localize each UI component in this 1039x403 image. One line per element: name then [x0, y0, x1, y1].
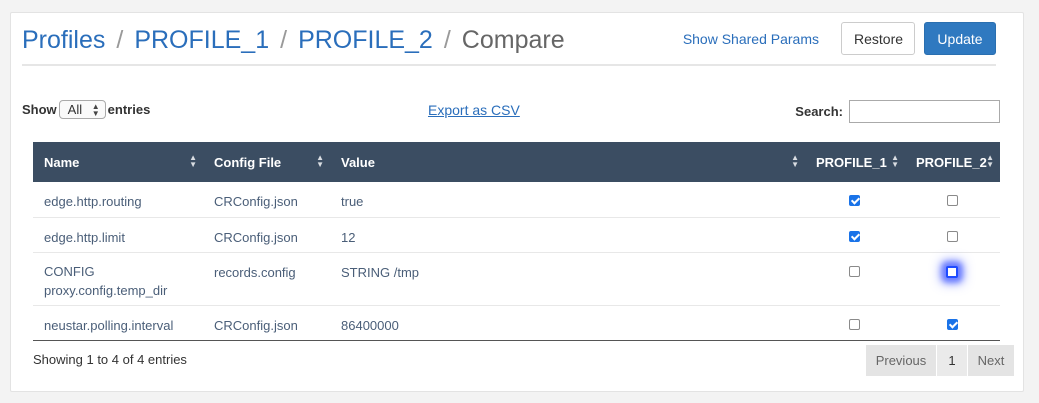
cell-profile-2: [905, 305, 1000, 341]
profile-1-checkbox[interactable]: [849, 195, 860, 206]
cell-config-file: CRConfig.json: [203, 182, 330, 218]
search-input[interactable]: [849, 100, 1000, 123]
cell-name: neustar.polling.interval: [33, 305, 203, 341]
profile-2-checkbox[interactable]: [946, 318, 958, 330]
entries-label: entries: [107, 102, 151, 117]
compare-table: Name ▲ ▼ Config File ▲ ▼ Value ▲ ▼ PROFILE_1 ▲ ▼…: [33, 142, 1000, 341]
pagination: Previous 1 Next: [865, 345, 1014, 376]
select-arrows-icon: ▲ ▼: [91, 101, 100, 118]
sort-icon: ▲ ▼: [791, 153, 799, 169]
column-label: PROFILE_1: [816, 154, 887, 170]
profile-2-checkbox[interactable]: [946, 230, 958, 242]
cell-name: edge.http.routing: [33, 182, 203, 218]
search-label: Search:: [795, 104, 843, 119]
show-shared-params-link[interactable]: Show Shared Params: [683, 31, 819, 47]
cell-value: 86400000: [330, 305, 805, 341]
cell-config-file: CRConfig.json: [203, 217, 330, 253]
restore-button[interactable]: Restore: [841, 22, 915, 55]
table-row: neustar.polling.interval CRConfig.json 8…: [33, 305, 1000, 341]
cell-profile-2: [905, 182, 1000, 218]
sort-icon: ▲ ▼: [891, 153, 899, 169]
cell-value: true: [330, 182, 805, 218]
breadcrumb: Profiles / PROFILE_1 / PROFILE_2 / Compare: [22, 25, 565, 55]
profile-2-checkbox[interactable]: [946, 195, 958, 206]
page-1-button[interactable]: 1: [937, 345, 967, 376]
search-box: Search:: [795, 100, 1000, 123]
cell-profile-2: [905, 252, 1000, 306]
sort-icon: ▲ ▼: [316, 153, 324, 169]
table-row: CONFIG proxy.config.temp_dir records.con…: [33, 252, 1000, 306]
table-row: edge.http.routing CRConfig.json true: [33, 182, 1000, 218]
cell-name: edge.http.limit: [33, 217, 203, 253]
cell-profile-1: [805, 182, 905, 218]
table-header-row: Name ▲ ▼ Config File ▲ ▼ Value ▲ ▼ PROFILE_1 ▲ ▼…: [33, 142, 1000, 182]
profile-1-checkbox[interactable]: [849, 265, 860, 277]
breadcrumb-profile-1-link[interactable]: PROFILE_1: [134, 26, 269, 54]
column-label: PROFILE_2: [916, 154, 987, 170]
breadcrumb-separator: /: [443, 26, 451, 54]
table-info: Showing 1 to 4 of 4 entries: [33, 352, 187, 367]
sort-icon: ▲ ▼: [189, 153, 197, 169]
breadcrumb-separator: /: [116, 26, 124, 54]
column-header-name[interactable]: Name ▲ ▼: [33, 142, 203, 182]
table-row: edge.http.limit CRConfig.json 12: [33, 217, 1000, 253]
entries-select-value: All: [67, 102, 83, 117]
cell-value: STRING /tmp: [330, 252, 805, 306]
breadcrumb-current: Compare: [461, 26, 565, 54]
column-header-profile-1[interactable]: PROFILE_1 ▲ ▼: [805, 142, 905, 182]
profile-1-checkbox[interactable]: [849, 230, 860, 242]
profile-1-checkbox[interactable]: [849, 318, 860, 330]
previous-page-button[interactable]: Previous: [866, 345, 936, 376]
cell-name: CONFIG proxy.config.temp_dir: [33, 252, 203, 306]
next-page-button[interactable]: Next: [968, 345, 1014, 376]
page-header: Profiles / PROFILE_1 / PROFILE_2 / Compare Sho…: [22, 20, 996, 66]
cell-value: 12: [330, 217, 805, 253]
breadcrumb-profile-2-link[interactable]: PROFILE_2: [298, 26, 433, 54]
column-label: Name: [44, 154, 80, 170]
update-button[interactable]: Update: [924, 22, 996, 55]
show-entries: Show All ▲ ▼ entries: [22, 100, 150, 119]
column-label: Value: [341, 154, 375, 170]
breadcrumb-profiles-link[interactable]: Profiles: [22, 26, 105, 54]
sort-icon: ▲ ▼: [986, 153, 994, 169]
column-header-profile-2[interactable]: PROFILE_2 ▲ ▼: [905, 142, 1000, 182]
entries-select[interactable]: All ▲ ▼: [58, 100, 106, 119]
column-label: Config File: [214, 154, 282, 170]
header-actions: Show Shared Params Restore Update: [683, 22, 996, 55]
cell-config-file: records.config: [203, 252, 330, 306]
cell-config-file: CRConfig.json: [203, 305, 330, 341]
cell-profile-1: [805, 305, 905, 341]
column-header-config-file[interactable]: Config File ▲ ▼: [203, 142, 330, 182]
table-controls: Show All ▲ ▼ entries Export as CSV Search…: [22, 100, 1000, 124]
cell-profile-1: [805, 217, 905, 253]
cell-profile-1: [805, 252, 905, 306]
show-label: Show: [22, 102, 57, 117]
cell-profile-2: [905, 217, 1000, 253]
column-header-value[interactable]: Value ▲ ▼: [330, 142, 805, 182]
breadcrumb-separator: /: [280, 26, 288, 54]
export-csv-link[interactable]: Export as CSV: [428, 102, 520, 118]
profile-2-checkbox[interactable]: [946, 265, 958, 278]
